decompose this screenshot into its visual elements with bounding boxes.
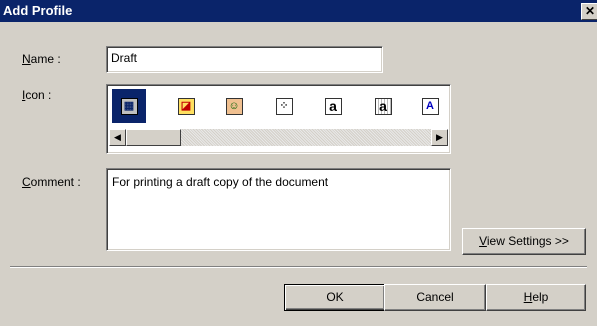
close-icon: ✕ (584, 4, 596, 18)
name-field[interactable]: Draft (106, 46, 383, 73)
scroll-left-button[interactable]: ◀ (109, 129, 126, 146)
icon-option-letter-a-blue[interactable]: A (415, 89, 445, 123)
dotted-document-icon: ⁘ (275, 97, 293, 115)
letter-a-blue-icon: A (421, 97, 439, 115)
icon-option-color-picture[interactable]: ◪ (169, 89, 203, 123)
title-bar[interactable]: Add Profile ✕ (0, 0, 597, 22)
comment-field[interactable]: For printing a draft copy of the documen… (106, 168, 451, 251)
icon-label: Icon : (22, 88, 52, 102)
dialog-title: Add Profile (3, 3, 73, 18)
cancel-button[interactable]: Cancel (384, 284, 486, 311)
grid-document-icon: ▦ (120, 97, 138, 115)
scrollbar-thumb[interactable] (126, 129, 181, 146)
color-picture-icon: ◪ (177, 97, 195, 115)
separator (10, 266, 587, 268)
icon-option-letter-a[interactable]: a (316, 89, 350, 123)
arrow-right-icon: ▶ (436, 132, 443, 142)
portrait-icon: ☺ (225, 97, 243, 115)
help-button[interactable]: Help (486, 284, 586, 311)
icon-option-portrait[interactable]: ☺ (217, 89, 251, 123)
view-settings-button[interactable]: View Settings >> (462, 228, 586, 255)
letter-a-icon: a (324, 97, 342, 115)
icon-option-dotted-document[interactable]: ⁘ (267, 89, 301, 123)
arrow-left-icon: ◀ (114, 132, 121, 142)
icon-option-letter-a-shading[interactable]: a (366, 89, 400, 123)
scroll-right-button[interactable]: ▶ (431, 129, 448, 146)
ok-button[interactable]: OK (284, 284, 386, 311)
icon-option-grid-document[interactable]: ▦ (112, 89, 146, 123)
name-label: Name : (22, 52, 61, 66)
icon-list[interactable]: ▦ ◪ ☺ ⁘ a a A ◀ ▶ (106, 84, 451, 154)
comment-label: Comment : (22, 175, 81, 189)
close-button[interactable]: ✕ (581, 3, 597, 20)
add-profile-dialog: Add Profile ✕ Name : Draft Icon : ▦ ◪ ☺ … (0, 0, 597, 326)
letter-a-shading-icon: a (374, 97, 392, 115)
icon-horizontal-scrollbar[interactable]: ◀ ▶ (109, 129, 448, 146)
